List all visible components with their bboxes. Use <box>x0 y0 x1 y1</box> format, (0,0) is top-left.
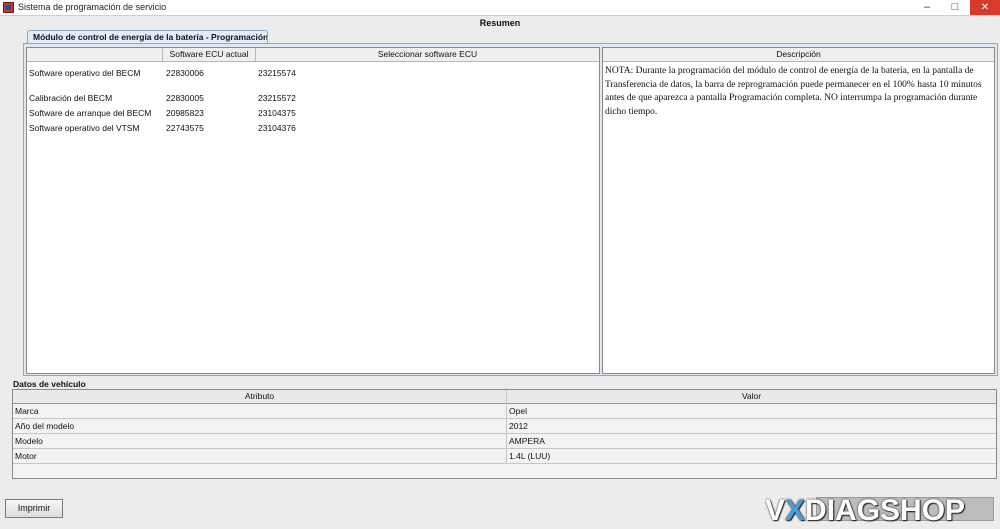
table-row-name: Software operativo del BECM <box>29 68 141 78</box>
attribute-cell: Marca <box>15 406 39 416</box>
vehicle-data-table: Atributo Valor Marca Opel Año del modelo… <box>12 389 997 479</box>
window-title: Sistema de programación de servicio <box>18 2 167 12</box>
tab-battery-module-programming[interactable]: Módulo de control de energía de la bater… <box>27 30 268 43</box>
watermark-part-3: DIAGSHOP <box>805 494 966 527</box>
value-cell: 2012 <box>509 421 528 431</box>
column-header-current-software: Software ECU actual <box>163 48 256 62</box>
maximize-button[interactable]: □ <box>944 0 966 15</box>
value-cell: Opel <box>509 406 527 416</box>
table-row-name: Software de arranque del BECM <box>29 108 152 118</box>
page-title: Resumen <box>479 18 521 28</box>
column-header-attribute: Atributo <box>13 390 507 404</box>
value-cell: 1.4L (LUU) <box>509 451 551 461</box>
table-row-selected[interactable]: 23104375 <box>258 108 296 118</box>
table-row: Motor 1.4L (LUU) <box>13 449 996 464</box>
watermark-part-1: V <box>765 494 786 527</box>
table-row-selected[interactable]: 23215572 <box>258 93 296 103</box>
watermark-part-2: X <box>785 494 806 527</box>
attribute-cell: Motor <box>15 451 37 461</box>
column-divider <box>506 390 507 464</box>
column-header-value: Valor <box>507 390 996 404</box>
column-header-module <box>27 48 163 62</box>
table-row-name: Software operativo del VTSM <box>29 123 140 133</box>
value-cell: AMPERA <box>509 436 545 446</box>
minimize-button[interactable]: – <box>916 0 938 15</box>
description-header: Descripción <box>603 48 994 62</box>
attribute-cell: Modelo <box>15 436 43 446</box>
window-titlebar: Sistema de programación de servicio – □ … <box>0 0 1000 16</box>
app-icon <box>3 2 14 13</box>
table-row-selected[interactable]: 23215574 <box>258 68 296 78</box>
close-button[interactable]: ✕ <box>970 0 1000 15</box>
table-row-current: 22830005 <box>166 93 204 103</box>
table-row: Modelo AMPERA <box>13 434 996 449</box>
column-header-select-software: Seleccionar software ECU <box>256 48 599 62</box>
description-text: NOTA: Durante la programación del módulo… <box>605 66 982 117</box>
print-button[interactable]: Imprimir <box>5 499 63 518</box>
table-row-name: Calibración del BECM <box>29 93 113 103</box>
table-row-current: 22743575 <box>166 123 204 133</box>
table-row: Año del modelo 2012 <box>13 419 996 434</box>
vxdiagshop-watermark: VXDIAGSHOP <box>765 492 997 529</box>
description-panel: Descripción NOTA: Durante la programació… <box>602 47 995 374</box>
table-row-current: 20985823 <box>166 108 204 118</box>
vehicle-data-title: Datos de vehículo <box>13 379 86 389</box>
table-row-selected[interactable]: 23104376 <box>258 123 296 133</box>
table-row-current: 22830006 <box>166 68 204 78</box>
programming-table: Software ECU actual Seleccionar software… <box>26 47 600 374</box>
attribute-cell: Año del modelo <box>15 421 75 431</box>
table-row: Marca Opel <box>13 404 996 419</box>
